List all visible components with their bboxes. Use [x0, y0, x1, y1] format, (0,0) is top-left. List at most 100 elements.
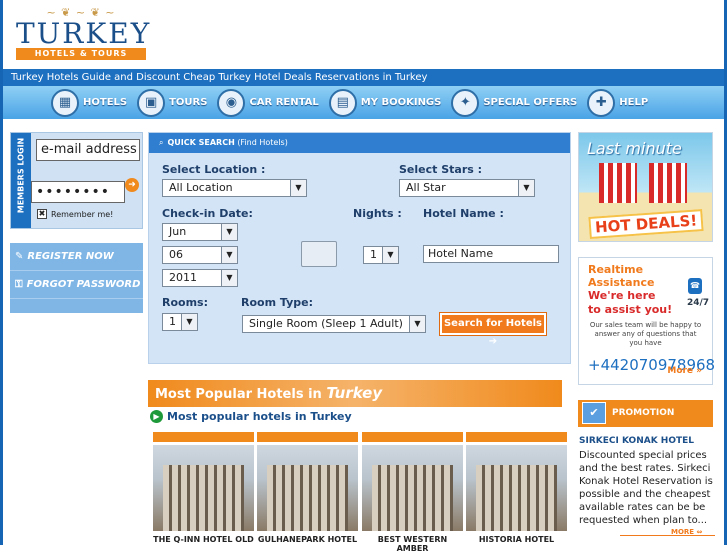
assistance-more-link[interactable]: More »: [667, 366, 702, 376]
popular-banner-country: Turkey: [326, 384, 383, 402]
chevron-down-icon: ▼: [290, 180, 306, 196]
nights-select[interactable]: 1 ▼: [363, 246, 399, 264]
search-hotels-label: Search for Hotels: [443, 318, 542, 329]
assistance-title: Realtime Assistance: [588, 263, 655, 289]
assistance-line2: to assist you!: [588, 303, 673, 316]
nav-car-rental-label: CAR RENTAL: [249, 97, 319, 108]
assistance-badge: 24/7: [687, 298, 710, 308]
popular-banner-prefix: Most Popular Hotels in: [155, 387, 322, 402]
chevron-down-icon: ▼: [409, 316, 425, 332]
account-links: ✎ REGISTER NOW ⚿ FORGOT PASSWORD: [10, 243, 143, 313]
nav-help-label: HELP: [619, 97, 649, 108]
promotion-hotels-header: ✔ PROMOTION HOTELS: [578, 400, 713, 445]
remember-checkbox[interactable]: ✖: [37, 209, 47, 219]
rooms-select[interactable]: 1 ▼: [162, 313, 198, 331]
hotel-icon: ▦: [51, 88, 79, 117]
chevron-down-icon: ▼: [221, 247, 237, 263]
hotel-name[interactable]: GULHANEPARK HOTEL: [257, 535, 358, 544]
forgot-password-label: FORGOT PASSWORD: [26, 279, 141, 290]
nav-car-rental[interactable]: ◉ CAR RENTAL: [217, 88, 319, 117]
logo-subtitle: HOTELS & TOURS: [16, 48, 146, 60]
nav-my-bookings-label: MY BOOKINGS: [360, 97, 442, 108]
site-logo[interactable]: ~ ❦ ~ ❦ ~ TURKEY HOTELS & TOURS: [16, 6, 152, 64]
last-minute-banner[interactable]: Last minute HOT DEALS!: [578, 132, 713, 242]
email-field[interactable]: e-mail address: [36, 139, 140, 161]
register-now-label: REGISTER NOW: [27, 251, 114, 262]
checkin-month-value: Jun: [169, 225, 187, 238]
location-label: Select Location :: [162, 163, 266, 176]
logo-brand: TURKEY: [16, 17, 152, 50]
nav-special-offers[interactable]: ✦ SPECIAL OFFERS: [451, 88, 578, 117]
arrow-right-icon: ➔: [488, 336, 498, 347]
promotion-icon: ✔: [582, 402, 606, 424]
nav-tours[interactable]: ▣ TOURS: [137, 88, 208, 117]
popular-hotels-banner: Most Popular Hotels in Turkey: [148, 380, 562, 407]
phone-icon: ☎: [688, 278, 702, 294]
book-icon: ▤: [328, 88, 357, 117]
password-field[interactable]: ••••••••: [31, 181, 125, 203]
hotel-card-bar: [362, 432, 463, 442]
members-login-label: MEMBERS LOGIN: [16, 137, 26, 214]
nav-hotels[interactable]: ▦ HOTELS: [51, 88, 128, 117]
hotel-photo[interactable]: [257, 445, 358, 531]
popular-heading-text: Most popular hotels in Turkey: [167, 410, 352, 423]
room-type-label: Room Type:: [241, 296, 313, 309]
beach-chair-icon: [649, 163, 687, 203]
remember-me[interactable]: ✖ Remember me!: [37, 209, 113, 219]
chevron-down-icon: ▼: [221, 224, 237, 240]
room-type-select[interactable]: Single Room (Sleep 1 Adult) ▼: [242, 315, 426, 333]
location-select[interactable]: All Location ▼: [162, 179, 307, 197]
stars-label: Select Stars :: [399, 163, 483, 176]
rooms-label: Rooms:: [162, 296, 208, 309]
nav-help[interactable]: ✚ HELP: [587, 88, 649, 117]
bus-icon: ▣: [137, 88, 166, 117]
search-hotels-button[interactable]: Search for Hotels ➔: [439, 312, 547, 347]
nights-value: 1: [370, 248, 377, 261]
hotel-name-input[interactable]: Hotel Name: [423, 245, 559, 263]
hotel-card[interactable]: GULHANEPARK HOTEL: [257, 432, 358, 545]
login-go-button[interactable]: ➜: [125, 178, 139, 192]
hotel-card[interactable]: THE Q-INN HOTEL OLD: [153, 432, 254, 545]
promotion-hotel-title[interactable]: SIRKECI KONAK HOTEL: [579, 436, 694, 446]
hotel-card-bar: [153, 432, 254, 442]
hotel-card[interactable]: HISTORIA HOTEL: [466, 432, 567, 545]
quick-search-panel: ⌕ QUICK SEARCH (Find Hotels) Select Locat…: [148, 132, 571, 364]
members-login-tab: MEMBERS LOGIN: [11, 133, 31, 228]
checkin-year-value: 2011: [169, 271, 197, 284]
hotel-photo[interactable]: [362, 445, 463, 531]
beach-chair-icon: [599, 163, 637, 203]
main-nav: ▦ HOTELS ▣ TOURS ◉ CAR RENTAL ▤ MY BOOKINGS …: [3, 86, 724, 119]
nav-special-offers-label: SPECIAL OFFERS: [483, 97, 578, 108]
hotel-name[interactable]: THE Q-INN HOTEL OLD: [153, 535, 254, 544]
forgot-password-link[interactable]: ⚿ FORGOT PASSWORD: [10, 271, 143, 299]
hotel-card[interactable]: BEST WESTERN AMBER: [362, 432, 463, 553]
checkin-month-select[interactable]: Jun ▼: [162, 223, 238, 241]
hot-deals-label: HOT DEALS!: [588, 209, 704, 239]
checkin-label: Check-in Date:: [162, 207, 253, 220]
remember-label: Remember me!: [51, 209, 114, 219]
checkin-year-select[interactable]: 2011 ▼: [162, 269, 238, 287]
hotel-name[interactable]: BEST WESTERN AMBER: [362, 535, 463, 553]
quick-search-subtitle: (Find Hotels): [237, 138, 288, 147]
register-now-link[interactable]: ✎ REGISTER NOW: [10, 243, 143, 271]
hotel-building: [267, 465, 348, 531]
nav-tours-label: TOURS: [169, 97, 208, 108]
nav-my-bookings[interactable]: ▤ MY BOOKINGS: [328, 88, 442, 117]
promotion-hotel-text: Discounted special prices and the best r…: [579, 450, 713, 526]
checkin-day-select[interactable]: 06 ▼: [162, 246, 238, 264]
search-icon: ⌕: [159, 138, 164, 147]
calendar-button[interactable]: [301, 241, 337, 267]
last-minute-title: Last minute: [587, 139, 682, 158]
hotel-name[interactable]: HISTORIA HOTEL: [466, 535, 567, 544]
nav-hotels-label: HOTELS: [83, 97, 128, 108]
hotel-photo[interactable]: [153, 445, 254, 531]
help-icon: ✚: [587, 88, 616, 117]
chevron-down-icon: ▼: [221, 270, 237, 286]
chevron-down-icon: ▼: [382, 247, 398, 263]
stars-select[interactable]: All Star ▼: [399, 179, 535, 197]
stars-value: All Star: [406, 181, 446, 194]
room-type-value: Single Room (Sleep 1 Adult): [249, 317, 403, 330]
hotel-building: [372, 465, 453, 531]
hotel-building: [163, 465, 244, 531]
hotel-photo[interactable]: [466, 445, 567, 531]
